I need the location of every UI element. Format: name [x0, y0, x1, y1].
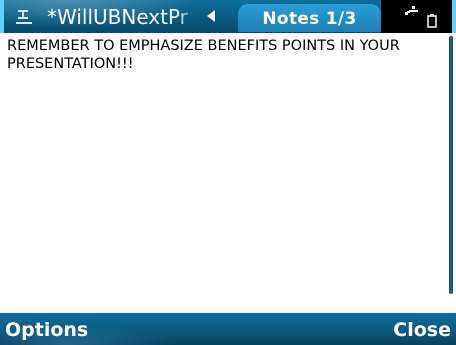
connection-icon [405, 6, 418, 15]
softkey-bar: Options Close [0, 313, 456, 345]
scrollbar[interactable] [447, 36, 455, 294]
tab-notes[interactable]: Notes 1/3 [238, 4, 381, 32]
document-title: *WillUBNextPr [47, 5, 188, 29]
triangle-left-icon[interactable] [207, 10, 215, 22]
title-bar: *WillUBNextPr Notes 1/3 [0, 0, 456, 33]
battery-icon [427, 14, 437, 28]
notes-app-icon [16, 10, 32, 24]
tab-notes-label: Notes 1/3 [262, 9, 357, 29]
options-button[interactable]: Options [5, 316, 88, 342]
notes-screen: *WillUBNextPr Notes 1/3 REMEMBER TO EMPH… [0, 0, 456, 345]
scrollbar-thumb[interactable] [449, 36, 453, 294]
note-text[interactable]: REMEMBER TO EMPHASIZE BENEFITS POINTS IN… [7, 38, 439, 288]
right-edge-accent [452, 0, 456, 33]
close-button[interactable]: Close [393, 316, 451, 342]
left-edge-accent [0, 0, 4, 33]
